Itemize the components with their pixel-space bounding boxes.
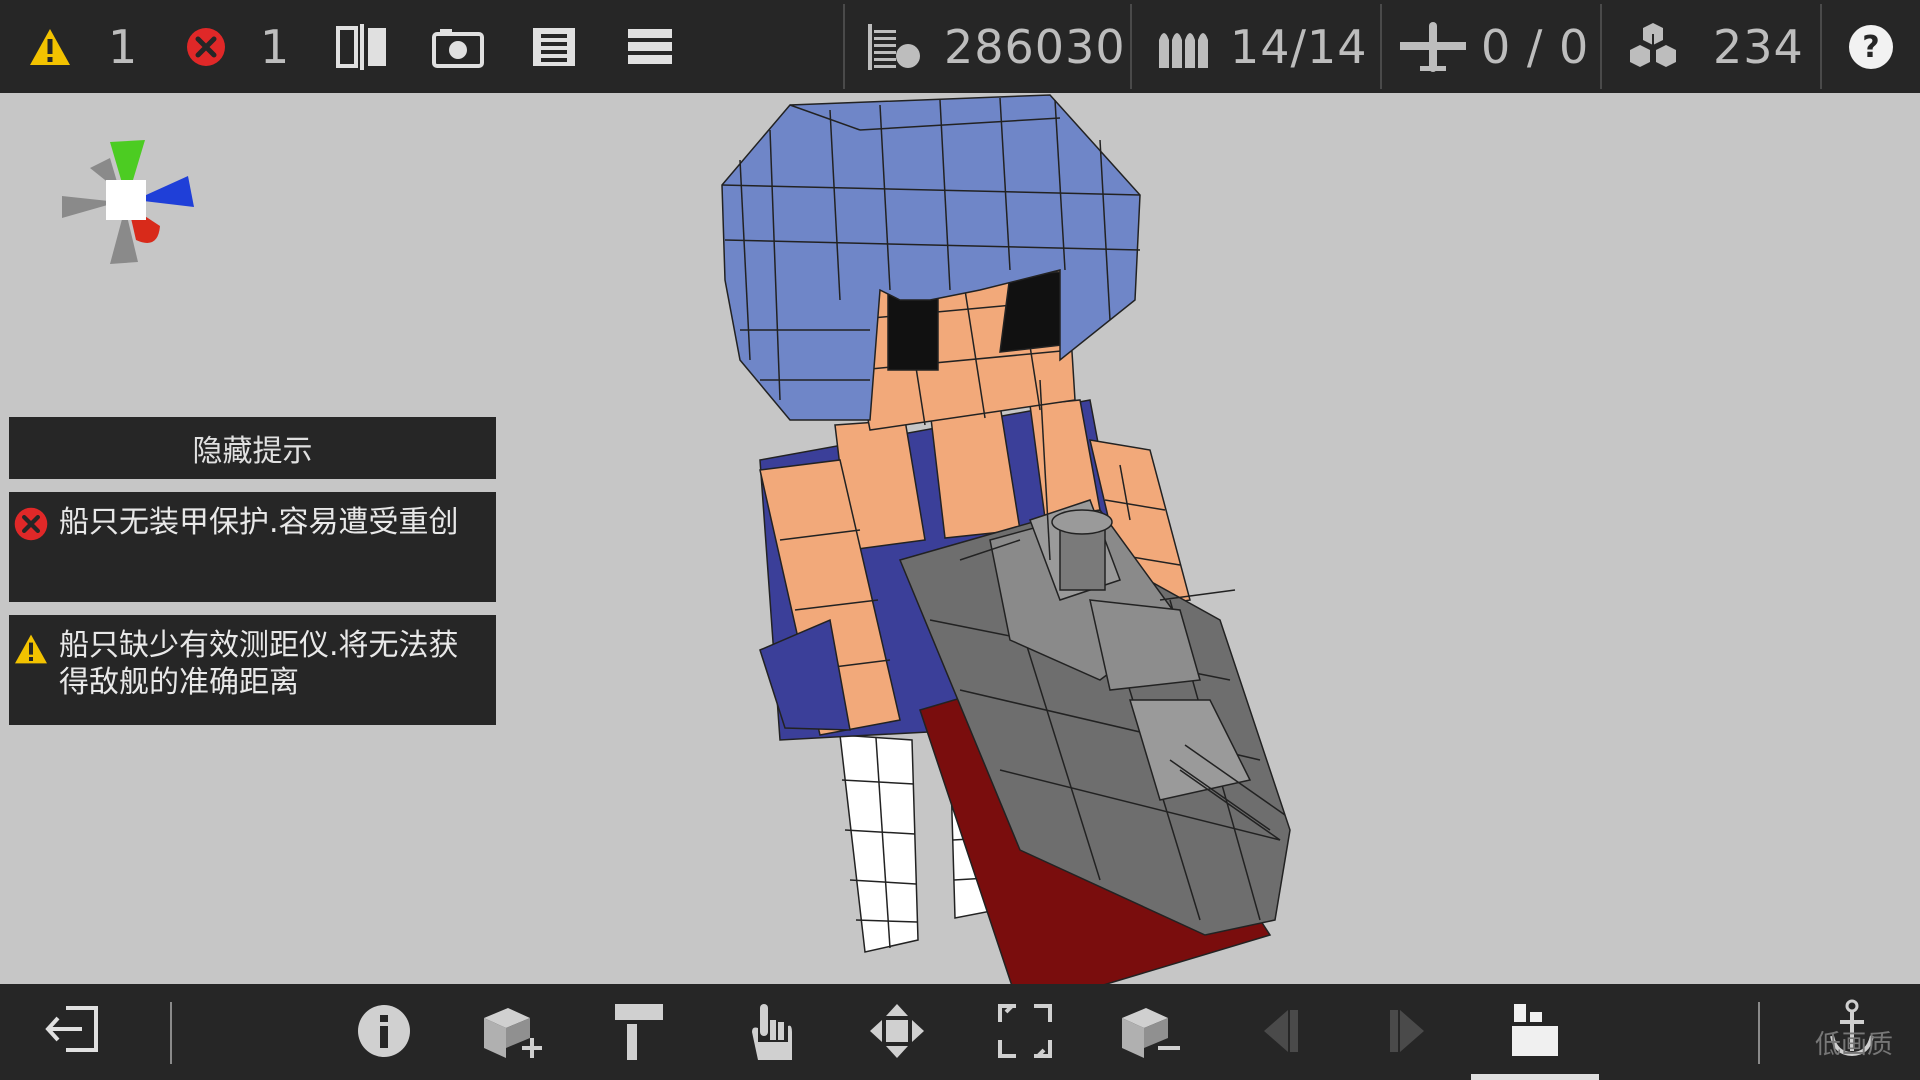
warning-count: 1 [108, 19, 139, 74]
save-icon [533, 27, 575, 66]
warning-icon [30, 28, 70, 65]
ammo-stat [1157, 0, 1209, 93]
warning-icon [15, 634, 47, 664]
error-icon [14, 507, 48, 541]
screenshot-button[interactable] [432, 0, 484, 93]
toolbar-separator [1820, 4, 1822, 89]
prev-icon[interactable] [1260, 1008, 1300, 1054]
toolbar-separator [1130, 4, 1132, 89]
next-icon[interactable] [1388, 1008, 1428, 1054]
top-toolbar: 1 1 286030 14/14 0 / 0 234 ? [0, 0, 1920, 93]
camera-icon [432, 28, 484, 68]
hide-tips-label: 隐藏提示 [192, 434, 313, 469]
parts-stat [1625, 0, 1681, 93]
parts-mode-icon[interactable] [1510, 1002, 1560, 1058]
warning-tip[interactable]: 船只缺少有效测距仪.将无法获得敌舰的准确距离 [9, 615, 496, 725]
toolbar-separator [1758, 1002, 1760, 1064]
menu-icon [628, 28, 672, 64]
error-tip-text: 船只无装甲保护.容易遭受重创 [59, 505, 459, 540]
toolbar-separator [1600, 4, 1602, 89]
error-indicator[interactable] [185, 0, 227, 93]
info-icon[interactable] [357, 1004, 411, 1058]
error-icon [187, 27, 225, 66]
toolbar-separator [843, 4, 845, 89]
hide-tips-button[interactable]: 隐藏提示 [9, 417, 496, 479]
exit-icon[interactable] [44, 1004, 100, 1054]
select-hand-icon[interactable] [748, 1002, 794, 1062]
save-button[interactable] [531, 0, 577, 93]
error-tip[interactable]: 船只无装甲保护.容易遭受重创 [9, 492, 496, 602]
paint-icon[interactable] [613, 1002, 665, 1062]
scale-icon[interactable] [998, 1004, 1052, 1058]
aircraft-value: 0 / 0 [1481, 19, 1590, 74]
remove-block-icon[interactable] [1118, 1002, 1182, 1062]
help-button[interactable]: ? [1848, 0, 1894, 93]
displacement-stat [868, 0, 922, 93]
move-icon[interactable] [868, 1002, 926, 1060]
svg-text:?: ? [1862, 30, 1879, 65]
aircraft-icon [1400, 21, 1466, 72]
add-block-icon[interactable] [480, 1002, 544, 1062]
mirror-icon [336, 23, 386, 70]
menu-button[interactable] [628, 0, 672, 93]
parts-icon [1630, 22, 1676, 67]
bottom-toolbar [0, 984, 1920, 1080]
parts-value: 234 [1713, 19, 1804, 74]
error-count: 1 [260, 19, 291, 74]
displacement-icon [868, 23, 920, 70]
warning-tip-text: 船只缺少有效测距仪.将无法获得敌舰的准确距离 [59, 628, 459, 700]
active-tool-indicator [1471, 1074, 1599, 1080]
orientation-gizmo[interactable] [62, 140, 194, 264]
ammo-value: 14/14 [1230, 19, 1368, 74]
character-model[interactable] [721, 94, 1291, 984]
quality-label: 低画质 [1815, 1030, 1894, 1060]
toolbar-separator [170, 1002, 172, 1064]
warning-indicator[interactable] [28, 0, 72, 93]
toolbar-separator [1380, 4, 1382, 89]
displacement-value: 286030 [944, 19, 1126, 74]
mirror-button[interactable] [336, 0, 388, 93]
help-icon: ? [1849, 24, 1893, 69]
ammo-icon [1159, 32, 1208, 68]
aircraft-stat [1400, 0, 1466, 93]
